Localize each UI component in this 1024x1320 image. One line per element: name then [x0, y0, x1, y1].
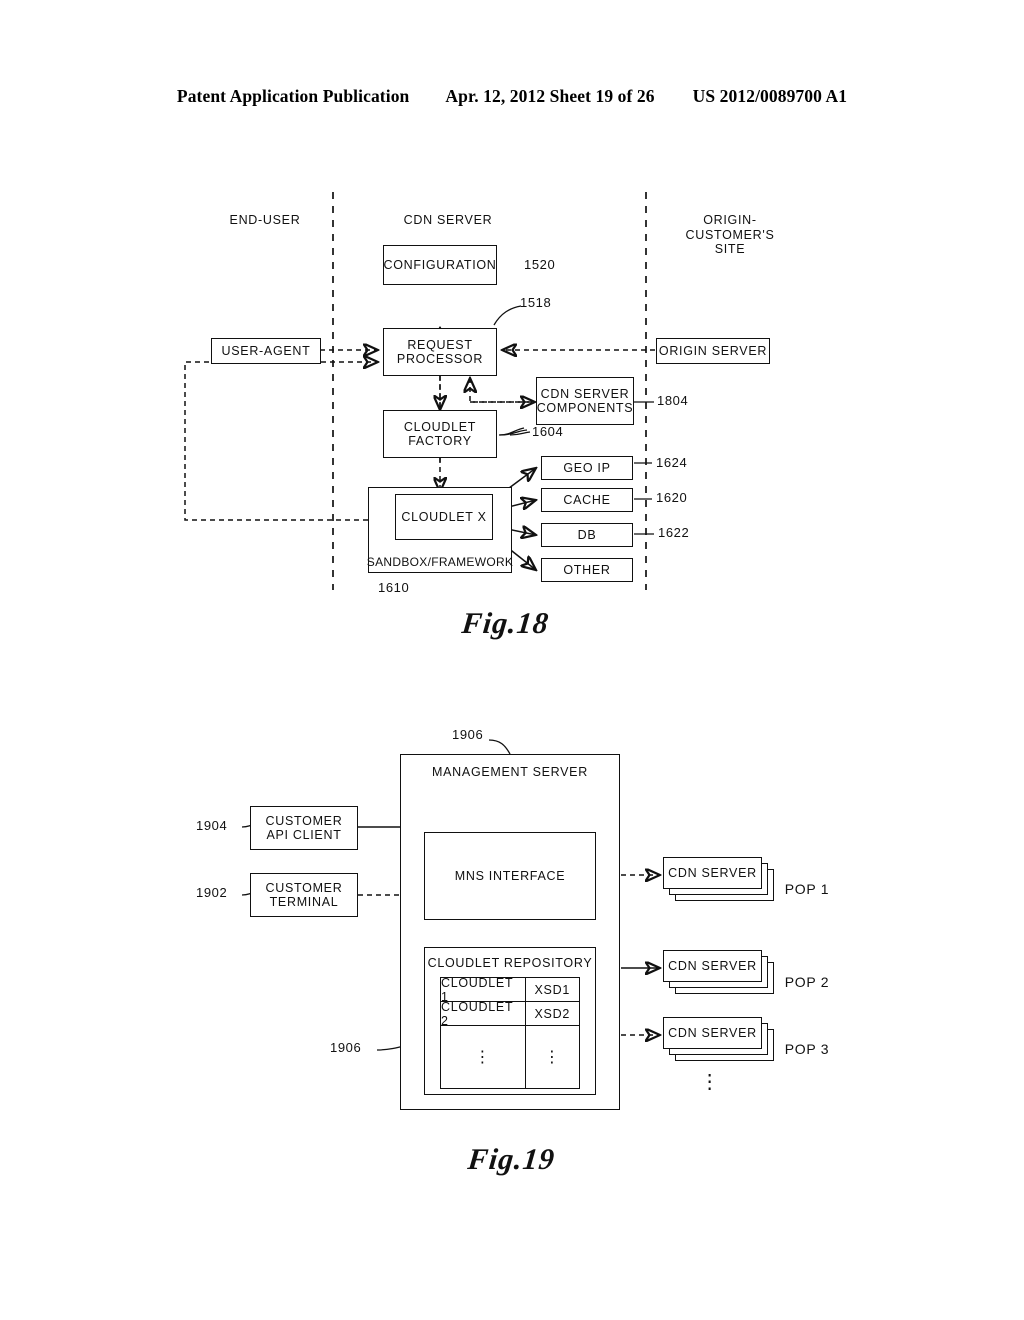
cdn-server-stack-front[interactable]: CDN SERVER	[663, 950, 762, 982]
ref-1610: 1610	[378, 580, 410, 595]
ref-1620: 1620	[656, 490, 688, 505]
table-cell-cloudlet-name: CLOUDLET 2	[441, 1000, 526, 1028]
ref-1906-cloudlet-repository: 1906	[330, 1040, 362, 1055]
box-management-server-label: MANAGEMENT SERVER	[432, 765, 588, 779]
box-geo-ip[interactable]: GEO IP	[541, 456, 633, 480]
table-cell-cloudlet-name: CLOUDLET 1	[441, 976, 526, 1004]
ref-1906-management-server: 1906	[452, 727, 484, 742]
cdn-server-stack-pop-3[interactable]: CDN SERVER	[663, 1017, 774, 1061]
box-mns-interface[interactable]: MNS INTERFACE	[424, 832, 596, 920]
cdn-server-stack-front[interactable]: CDN SERVER	[663, 1017, 762, 1049]
table-cell-cloudlet-schema: XSD2	[525, 1002, 579, 1026]
box-configuration[interactable]: CONFIGURATION	[383, 245, 497, 285]
pop-label-3: POP 3	[784, 1041, 830, 1057]
figure-19: MANAGEMENT SERVER MNS INTERFACE CLOUDLET…	[0, 715, 1024, 1215]
box-customer-api-client[interactable]: CUSTOMER API CLIENT	[250, 806, 358, 850]
box-cache[interactable]: CACHE	[541, 488, 633, 512]
box-cdn-server-components[interactable]: CDN SERVER COMPONENTS	[536, 377, 634, 425]
ref-1518: 1518	[520, 295, 552, 310]
date-and-sheet: Apr. 12, 2012 Sheet 19 of 26	[445, 86, 655, 106]
table-cell-cloudlet-schema-more: ⋮	[543, 1049, 561, 1066]
pop-continuation-dots: ⋮	[699, 1071, 721, 1093]
pop-label-2: POP 2	[784, 974, 830, 990]
box-request-processor[interactable]: REQUEST PROCESSOR	[383, 328, 497, 376]
ref-1520: 1520	[524, 257, 556, 272]
ref-1604: 1604	[532, 424, 564, 439]
cdn-server-stack-pop-2[interactable]: CDN SERVER	[663, 950, 774, 994]
publication-number: US 2012/0089700 A1	[692, 86, 848, 106]
ref-1804: 1804	[657, 393, 689, 408]
box-sandbox-framework-label: SANDBOX/FRAMEWORK	[366, 554, 514, 569]
publication-title: Patent Application Publication	[176, 86, 410, 106]
cdn-server-stack-pop-1[interactable]: CDN SERVER	[663, 857, 774, 901]
box-customer-terminal[interactable]: CUSTOMER TERMINAL	[250, 873, 358, 917]
box-origin-server[interactable]: ORIGIN SERVER	[656, 338, 770, 364]
table-cell-cloudlet-name-more: ⋮	[441, 1026, 526, 1088]
cdn-server-stack-front[interactable]: CDN SERVER	[663, 857, 762, 889]
box-other[interactable]: OTHER	[541, 558, 633, 582]
table-cell-cloudlet-schema: XSD1	[525, 978, 579, 1002]
figure-18: END-USER CDN SERVER ORIGIN- CUSTOMER'S S…	[0, 170, 1024, 670]
box-cloudlet-x[interactable]: CLOUDLET X	[395, 494, 493, 540]
column-heading-cdn-server: CDN SERVER	[403, 213, 493, 227]
ref-1622: 1622	[658, 525, 690, 540]
ref-1902: 1902	[196, 885, 228, 900]
figure-19-caption: Fig.19	[466, 1143, 557, 1176]
ref-1624: 1624	[656, 455, 688, 470]
column-heading-origin-customer-site: ORIGIN- CUSTOMER'S SITE	[685, 213, 775, 256]
pop-label-1: POP 1	[784, 881, 830, 897]
figure-18-caption: Fig.18	[460, 607, 551, 640]
column-heading-end-user: END-USER	[229, 213, 301, 227]
box-db[interactable]: DB	[541, 523, 633, 547]
cloudlet-repository-table: CLOUDLET 1 XSD1 CLOUDLET 2 XSD2 ⋮ ⋮	[440, 976, 580, 1089]
ref-1904: 1904	[196, 818, 228, 833]
page-header: Patent Application Publication Apr. 12, 2…	[0, 86, 1024, 107]
box-user-agent[interactable]: USER-AGENT	[211, 338, 321, 364]
box-cloudlet-factory[interactable]: CLOUDLET FACTORY	[383, 410, 497, 458]
box-cloudlet-repository-label: CLOUDLET REPOSITORY	[427, 956, 593, 970]
